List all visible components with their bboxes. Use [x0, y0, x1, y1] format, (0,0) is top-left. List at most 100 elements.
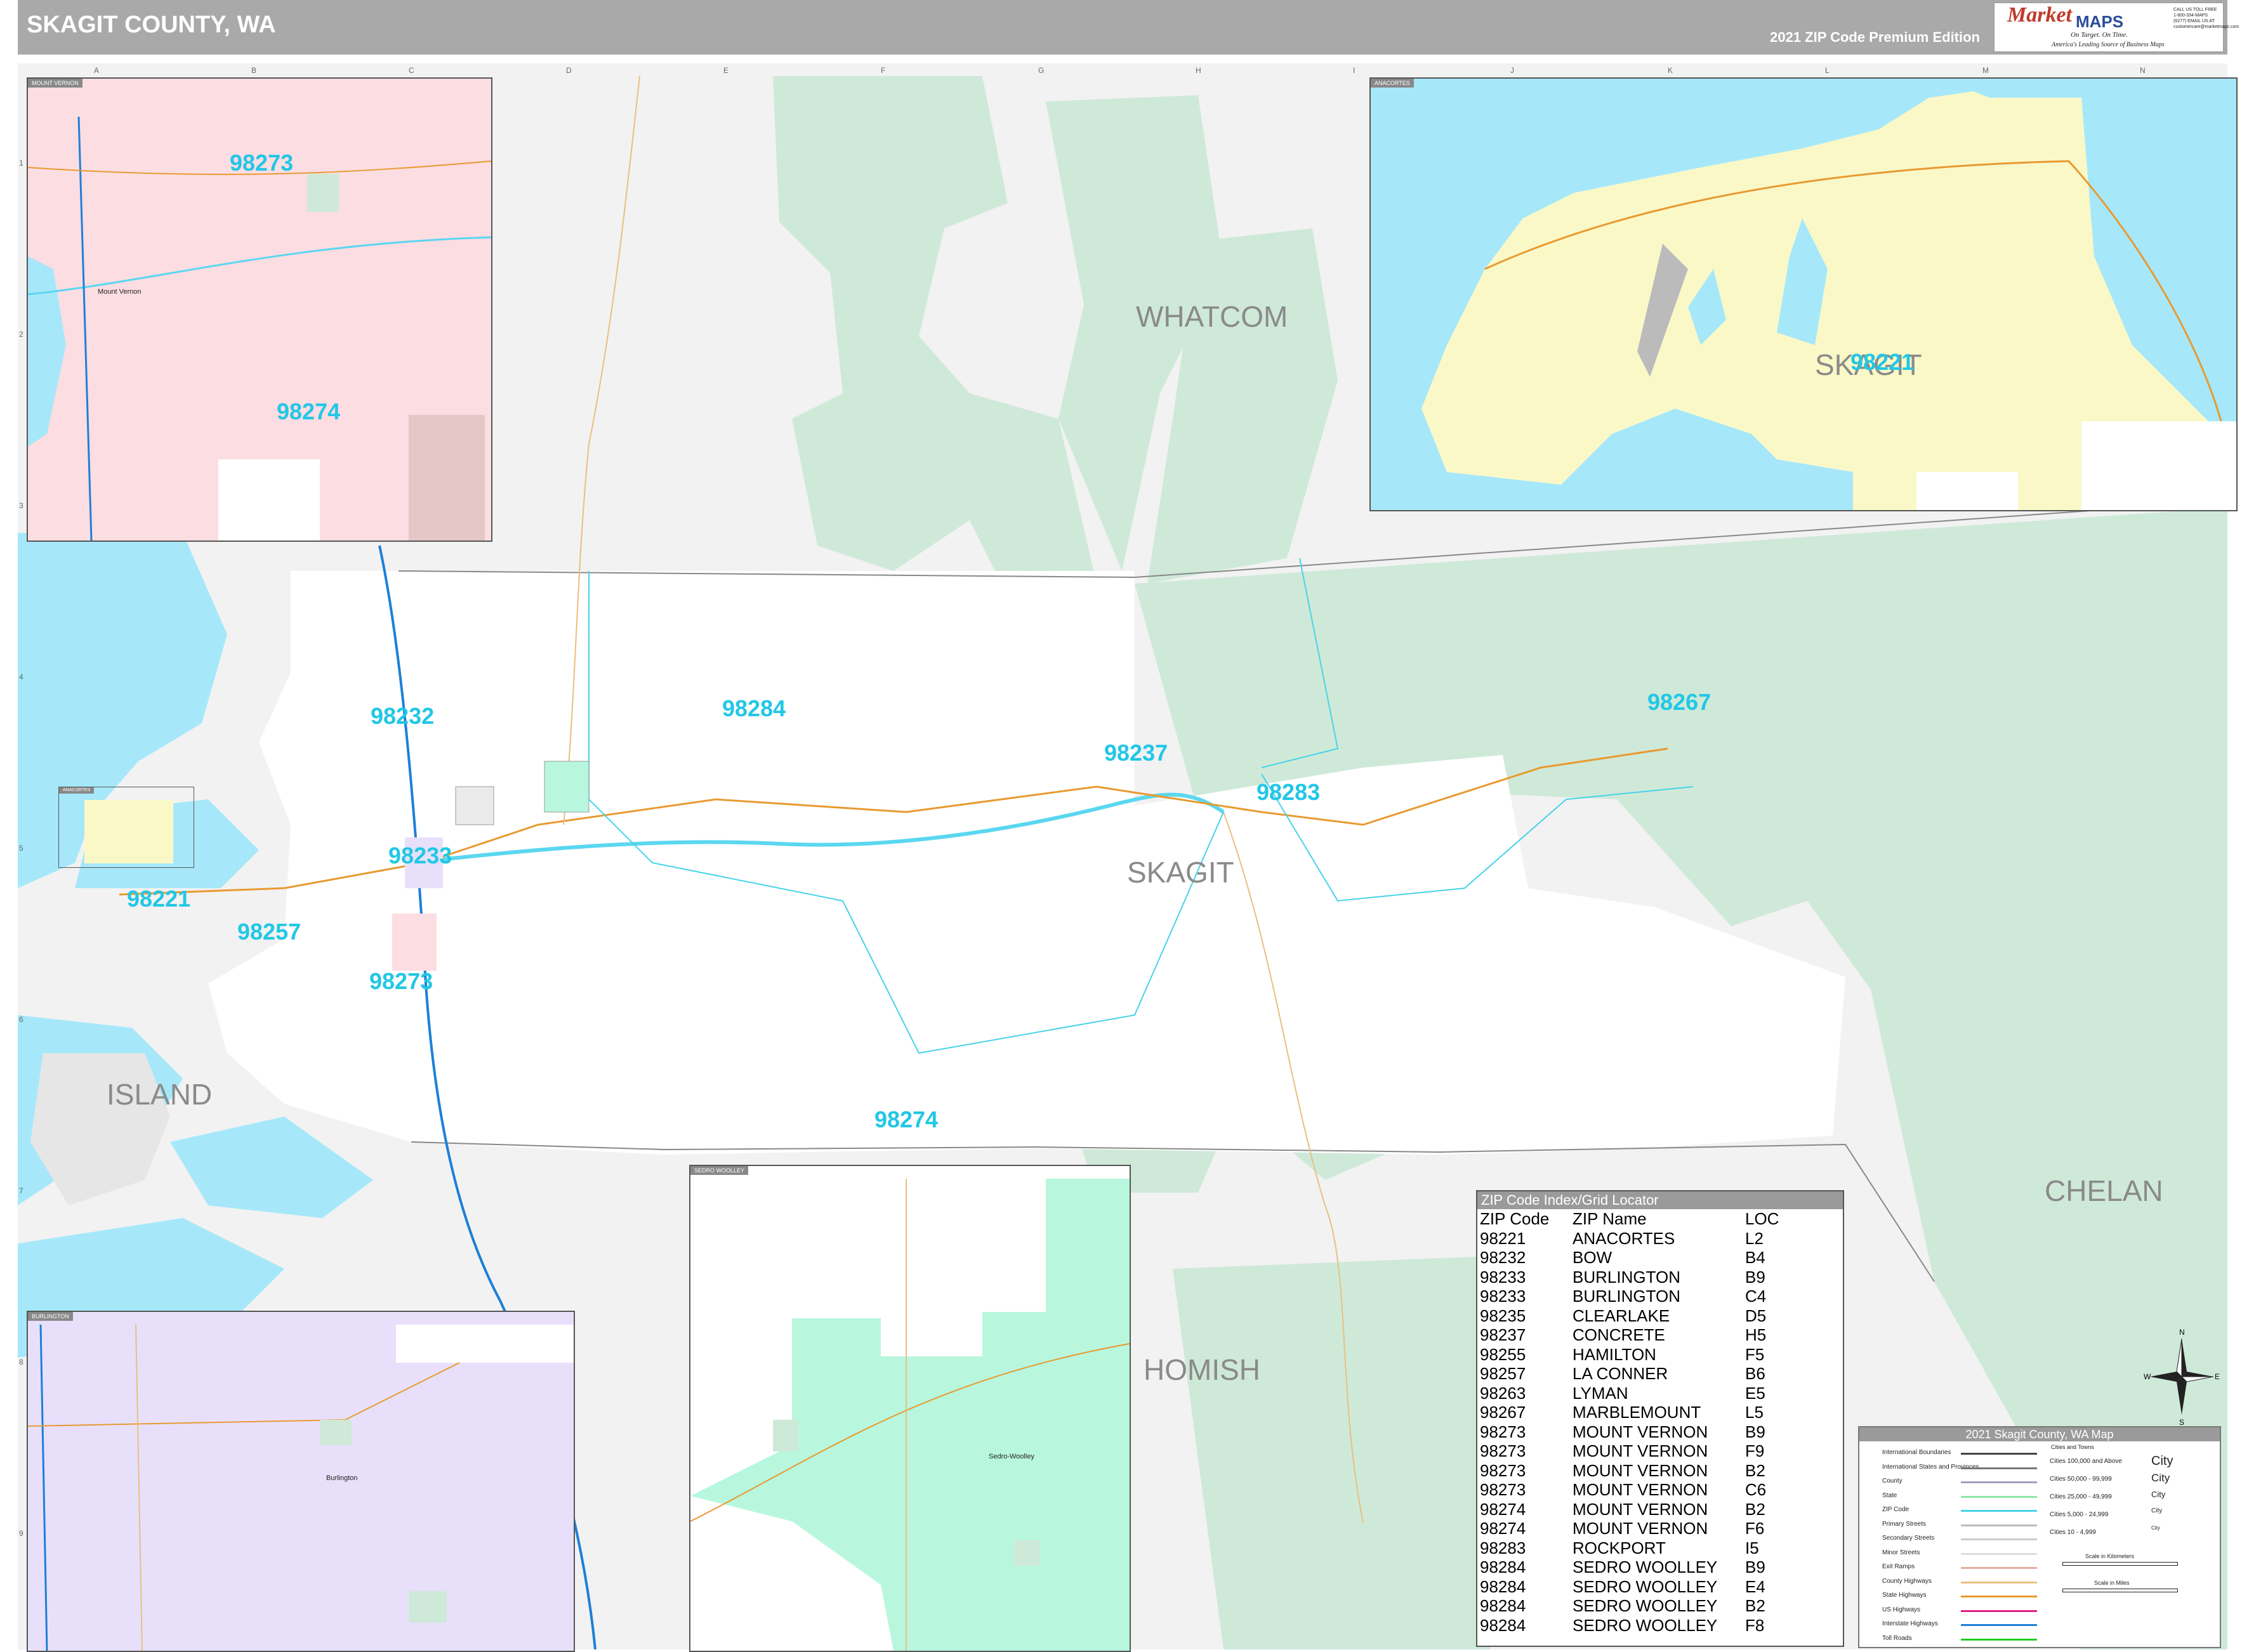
compass-s: S [2179, 1418, 2184, 1427]
compass-e: E [2215, 1372, 2220, 1381]
index-grid: ZIP Code ZIP Name LOC 98221 ANACORTES L2 9… [1480, 1209, 1779, 1635]
main-map[interactable]: A B C D E F G H I J K L M N 1 2 3 4 5 6 … [18, 63, 2238, 1652]
inset-anacortes[interactable]: ANACORTES SKAGIT 98221 [1369, 77, 2238, 511]
index-loc: F9 [1745, 1441, 1765, 1460]
legend-city-sample: City [2151, 1454, 2173, 1468]
grid-row-4: 4 [19, 672, 23, 681]
index-name: MOUNT VERNON [1573, 1499, 1708, 1519]
legend-line-label: Primary Streets [1882, 1520, 1926, 1528]
index-name: SEDRO WOOLLEY [1573, 1596, 1718, 1615]
compass-rose-icon: N S W E [2144, 1328, 2220, 1427]
inset-bur-city: Burlington [326, 1474, 358, 1482]
city-patch-mount-vernon [392, 914, 437, 971]
index-zip: 98274 [1480, 1519, 1526, 1538]
legend-line-label: US Highways [1882, 1606, 1921, 1613]
index-name: MOUNT VERNON [1573, 1460, 1708, 1480]
index-row: 98221 ANACORTES L2 [1480, 1229, 1779, 1249]
index-name: ROCKPORT [1573, 1538, 1666, 1557]
legend-line-label: International Boundaries [1882, 1449, 1951, 1456]
grid-col-e: E [723, 66, 729, 75]
map-legend: 2021 Skagit County, WA Map International… [1858, 1426, 2221, 1648]
index-loc: B2 [1745, 1596, 1765, 1615]
inset-sedro-woolley[interactable]: SEDRO WOOLLEY Sedro-Woolley [689, 1165, 1131, 1652]
index-name: BURLINGTON [1573, 1287, 1680, 1306]
index-row: 98284 SEDRO WOOLLEY B2 [1480, 1596, 1779, 1616]
index-row: 98233 BURLINGTON B9 [1480, 1268, 1779, 1287]
legend-line-swatch [1961, 1552, 2037, 1555]
index-zip: 98284 [1480, 1557, 1526, 1577]
index-row: 98233 BURLINGTON C4 [1480, 1287, 1779, 1306]
logo-subtagline: America's Leading Source of Business Map… [2052, 41, 2165, 48]
index-name: SEDRO WOOLLEY [1573, 1557, 1718, 1577]
legend-line-swatch [1961, 1581, 2037, 1583]
legend-line-label: State [1882, 1491, 1897, 1499]
index-zip: 98255 [1480, 1344, 1526, 1364]
index-loc: B2 [1745, 1499, 1765, 1519]
city-patch-sedro-woolley [455, 786, 494, 825]
index-zip: 98221 [1480, 1228, 1526, 1248]
grid-row-1: 1 [19, 159, 23, 167]
index-row: 98232 BOW B4 [1480, 1248, 1779, 1268]
index-name: HAMILTON [1573, 1344, 1656, 1364]
grid-row-7: 7 [19, 1186, 23, 1195]
index-row: 98263 LYMAN E5 [1480, 1384, 1779, 1403]
index-row: 98273 MOUNT VERNON C6 [1480, 1480, 1779, 1500]
legend-line-swatch [1961, 1624, 2037, 1626]
index-zip: 98237 [1480, 1325, 1526, 1344]
index-zip: 98274 [1480, 1499, 1526, 1519]
legend-line-swatch [1961, 1596, 2037, 1597]
inset-small-anacortes[interactable]: ANACORTES [58, 787, 194, 868]
legend-line-swatch [1961, 1495, 2037, 1498]
index-name: MOUNT VERNON [1573, 1480, 1708, 1499]
county-label-snohomish: HOMISH [1144, 1353, 1260, 1386]
index-loc: E5 [1745, 1383, 1765, 1403]
index-loc: B9 [1745, 1422, 1765, 1441]
index-zip: 98284 [1480, 1577, 1526, 1596]
inset-burlington[interactable]: BURLINGTON Burlington [27, 1311, 575, 1652]
grid-col-f: F [881, 66, 886, 75]
map-edition: 2021 ZIP Code Premium Edition [1770, 29, 1980, 45]
inset-label-small-anacortes: ANACORTES [59, 787, 95, 794]
index-name: ANACORTES [1573, 1228, 1675, 1248]
index-loc: B4 [1745, 1248, 1765, 1267]
county-label-island: ISLAND [107, 1078, 213, 1111]
legend-line-swatch [1961, 1638, 2037, 1641]
sedro-woolley-canvas [690, 1179, 1130, 1651]
index-row: 98274 MOUNT VERNON F6 [1480, 1519, 1779, 1538]
legend-scale-mi: Scale in Miles [2094, 1580, 2130, 1586]
city-patch-sedro [544, 761, 590, 813]
index-header-name: ZIP Name [1573, 1209, 1647, 1228]
index-name: LA CONNER [1573, 1364, 1668, 1383]
index-row: 98284 SEDRO WOOLLEY E4 [1480, 1577, 1779, 1597]
logo-brand-maps: MAPS [2076, 12, 2124, 31]
market-maps-logo[interactable]: Market MAPS On Target. On Time. America'… [1994, 3, 2239, 52]
zip-label-98267: 98267 [1647, 689, 1711, 715]
index-name: MARBLEMOUNT [1573, 1403, 1701, 1422]
index-loc: B2 [1745, 1460, 1765, 1480]
legend-line-swatch [1961, 1453, 2037, 1455]
index-row: 98274 MOUNT VERNON B2 [1480, 1500, 1779, 1519]
legend-line-label: Minor Streets [1882, 1549, 1920, 1556]
index-row: 98284 SEDRO WOOLLEY F8 [1480, 1616, 1779, 1636]
logo-contact: CALL US TOLL FREE 1-800-334-MAPS (6277) … [2173, 8, 2239, 29]
zip-label-98221: 98221 [127, 886, 191, 912]
legend-city-label: Cities 25,000 - 49,999 [2050, 1493, 2112, 1500]
legend-line-label: Exit Ramps [1882, 1563, 1915, 1570]
inset-mv-zip-98274: 98274 [277, 398, 341, 424]
index-loc: B6 [1745, 1364, 1765, 1383]
inset-mount-vernon[interactable]: MOUNT VERNON 98273 98274 Mount Vernon [27, 77, 492, 542]
index-loc: C6 [1745, 1480, 1767, 1499]
zip-label-98284: 98284 [722, 695, 786, 721]
inset-ana-zip-98221: 98221 [1850, 349, 1915, 375]
index-row: 98273 MOUNT VERNON F9 [1480, 1441, 1779, 1461]
index-header-loc: LOC [1745, 1209, 1779, 1228]
grid-col-b: B [251, 66, 257, 75]
index-zip: 98273 [1480, 1441, 1526, 1460]
index-zip: 98284 [1480, 1596, 1526, 1615]
index-loc: H5 [1745, 1325, 1767, 1344]
index-loc: F6 [1745, 1519, 1765, 1538]
index-name: SEDRO WOOLLEY [1573, 1615, 1718, 1635]
index-loc: L2 [1745, 1228, 1764, 1248]
county-label-whatcom: WHATCOM [1136, 300, 1288, 333]
index-loc: B9 [1745, 1267, 1765, 1287]
